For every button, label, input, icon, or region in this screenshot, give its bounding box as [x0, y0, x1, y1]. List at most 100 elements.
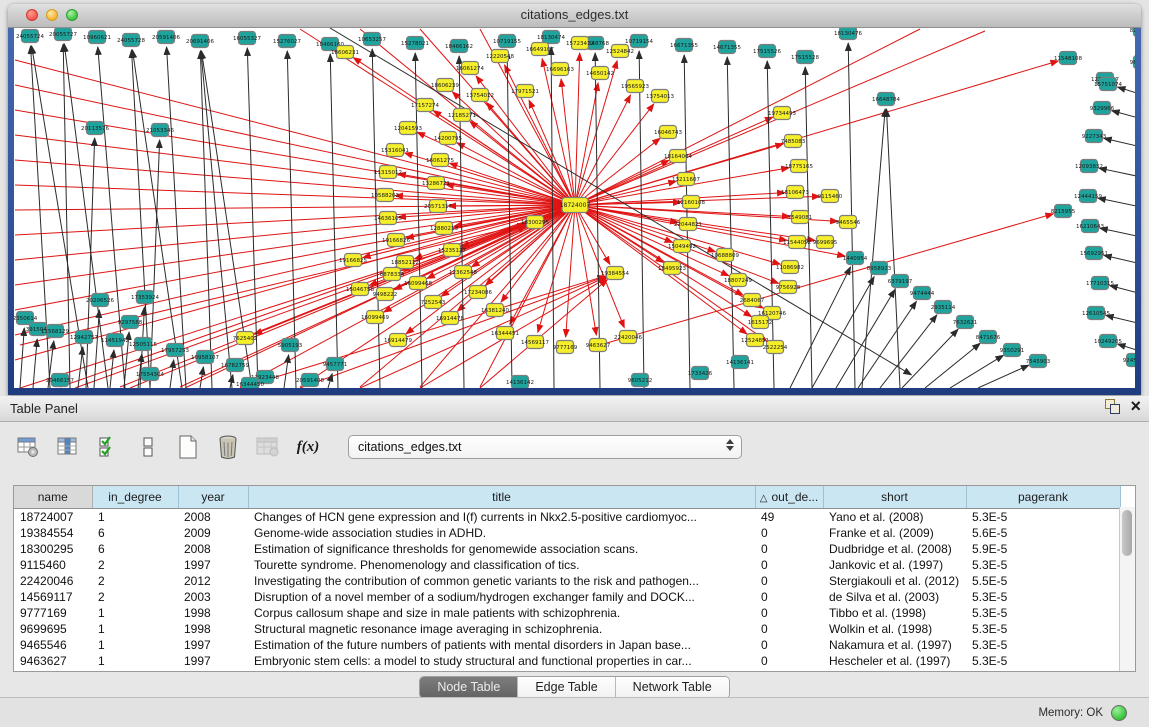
- graph-edge[interactable]: [167, 47, 186, 388]
- graph-node-label: 15692951: [1080, 251, 1108, 257]
- graph-edge[interactable]: [200, 51, 212, 388]
- table-scrollbar[interactable]: [1119, 507, 1135, 671]
- graph-edge[interactable]: [978, 365, 1029, 388]
- table-row[interactable]: 1872400712008Changes of HCN gene express…: [14, 509, 1120, 526]
- graph-node-label: 15278021: [401, 41, 429, 47]
- graph-edge[interactable]: [575, 205, 596, 335]
- graph-edge[interactable]: [836, 290, 895, 388]
- table-row[interactable]: 2242004622012Investigating the contribut…: [14, 573, 1120, 589]
- table-scrollbar-thumb[interactable]: [1122, 510, 1132, 556]
- table-cell-year: 1998: [178, 605, 248, 621]
- graph-node-label: 5905193: [278, 343, 303, 349]
- delete-table-icon[interactable]: [214, 434, 242, 460]
- graph-edge[interactable]: [1118, 87, 1135, 96]
- graph-edge[interactable]: [575, 104, 654, 205]
- graph-node-label: 19166825: [339, 258, 367, 264]
- column-header-pagerank[interactable]: pagerank: [966, 486, 1120, 509]
- graph-node-label: 9115460: [818, 194, 843, 200]
- import-table-icon[interactable]: [254, 434, 282, 460]
- graph-edge[interactable]: [1112, 111, 1135, 120]
- graph-edge[interactable]: [566, 205, 575, 337]
- function-builder-icon[interactable]: f(x): [294, 434, 322, 460]
- graph-node-label: 16914479: [384, 338, 412, 344]
- graph-node-label: 22044821: [674, 222, 702, 228]
- graph-edge[interactable]: [1100, 228, 1135, 238]
- table-header-row: name in_degree year title △out_de... sho…: [14, 486, 1120, 509]
- table-panel-title: Table Panel: [10, 401, 78, 416]
- graph-node-label: 24055724: [16, 34, 44, 40]
- graph-node-label: 7625402: [233, 336, 258, 342]
- table-cell-year: 1998: [178, 621, 248, 637]
- graph-node-label: 2684067: [740, 298, 765, 304]
- table-cell-in_degree: 2: [92, 589, 178, 605]
- graph-edge[interactable]: [902, 329, 958, 388]
- new-table-icon[interactable]: [174, 434, 202, 460]
- table-row[interactable]: 911546021997Tourette syndrome. Phenomeno…: [14, 557, 1120, 573]
- graph-edge[interactable]: [1106, 315, 1135, 325]
- graph-edge[interactable]: [86, 138, 95, 388]
- row-selection-icon[interactable]: [134, 434, 162, 460]
- graph-edge[interactable]: [170, 360, 174, 388]
- table-row[interactable]: 1830029562008Estimation of significance …: [14, 541, 1120, 557]
- tab-edge-table[interactable]: Edge Table: [518, 677, 615, 698]
- table-selector[interactable]: citations_edges.txt: [348, 435, 742, 459]
- table-row[interactable]: 946554611997Estimation of the future num…: [14, 637, 1120, 653]
- tab-node-table[interactable]: Node Table: [420, 677, 518, 698]
- graph-node-label: 12880213: [430, 226, 458, 232]
- graph-edge[interactable]: [862, 109, 885, 388]
- show-columns-icon[interactable]: [54, 434, 82, 460]
- graph-edge[interactable]: [1104, 138, 1135, 148]
- column-header-year[interactable]: year: [178, 486, 248, 509]
- graph-edge[interactable]: [858, 301, 916, 388]
- network-canvas[interactable]: 2405572420055727109606212405572820591406…: [14, 28, 1135, 388]
- graph-node-label: 12610545: [1082, 311, 1110, 317]
- graph-edge[interactable]: [812, 277, 874, 388]
- column-header-short[interactable]: short: [823, 486, 966, 509]
- table-row[interactable]: 1938455462009Genome-wide association stu…: [14, 525, 1120, 541]
- graph-node-label: 14136142: [506, 380, 534, 386]
- tab-network-table[interactable]: Network Table: [616, 677, 729, 698]
- graph-edge[interactable]: [94, 310, 99, 388]
- graph-node-label: 9457771: [323, 362, 348, 368]
- table-row[interactable]: 969969511998Structural magnetic resonanc…: [14, 621, 1120, 637]
- table-cell-in_degree: 1: [92, 653, 178, 669]
- close-panel-icon[interactable]: ×: [1130, 398, 1141, 414]
- graph-edge[interactable]: [284, 355, 289, 388]
- graph-edge[interactable]: [575, 61, 1058, 205]
- table-row[interactable]: 977716911998Corpus callosum shape and si…: [14, 605, 1120, 621]
- graph-edge[interactable]: [925, 343, 980, 388]
- column-header-out-degree[interactable]: △out_de...: [755, 486, 823, 509]
- graph-node-label: 9498222: [373, 292, 398, 298]
- table-row[interactable]: 1456911722003Disruption of a novel membe…: [14, 589, 1120, 605]
- graph-edge[interactable]: [561, 79, 575, 205]
- graph-edge[interactable]: [1099, 168, 1135, 178]
- graph-edge[interactable]: [950, 355, 1003, 388]
- graph-edge[interactable]: [33, 339, 37, 388]
- table-row[interactable]: 946362711997Embryonic stem cells: a mode…: [14, 653, 1120, 669]
- graph-edge[interactable]: [15, 205, 575, 285]
- graph-node-label: 9756928: [776, 285, 801, 291]
- table-selector-value: citations_edges.txt: [349, 440, 462, 454]
- table-settings-icon[interactable]: [14, 434, 42, 460]
- column-header-title[interactable]: title: [248, 486, 755, 509]
- select-columns-icon[interactable]: [94, 434, 122, 460]
- table-cell-in_degree: 2: [92, 573, 178, 589]
- graph-edge[interactable]: [886, 109, 900, 388]
- graph-edge[interactable]: [727, 57, 734, 388]
- graph-edge[interactable]: [880, 315, 937, 388]
- graph-nodes-layer: 2405572420055727109606212405572820591406…: [14, 28, 1135, 388]
- network-window-titlebar[interactable]: citations_edges.txt: [8, 4, 1141, 28]
- graph-edge[interactable]: [805, 67, 812, 388]
- graph-edge[interactable]: [1098, 198, 1135, 208]
- graph-edge[interactable]: [300, 276, 606, 388]
- column-header-name[interactable]: name: [14, 486, 92, 509]
- float-panel-icon[interactable]: [1104, 398, 1120, 414]
- graph-node-label: 16344450: [236, 382, 264, 388]
- network-svg[interactable]: 2405572420055727109606212405572820591406…: [14, 28, 1135, 388]
- graph-edge[interactable]: [328, 374, 332, 388]
- graph-edge[interactable]: [1104, 255, 1135, 265]
- column-header-in-degree[interactable]: in_degree: [92, 486, 178, 509]
- graph-edge[interactable]: [600, 214, 1053, 345]
- graph-node-label: 10719155: [493, 39, 521, 45]
- graph-edge[interactable]: [1118, 344, 1135, 353]
